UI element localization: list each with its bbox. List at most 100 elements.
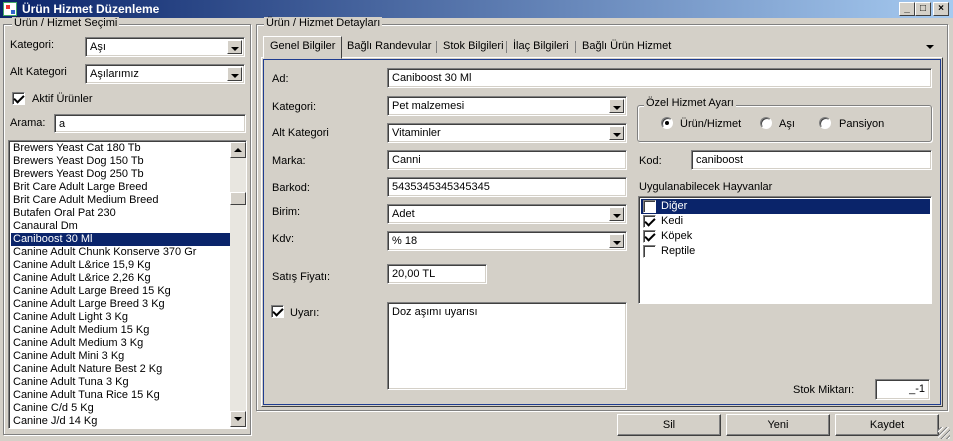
detail-alt-kategori-label: Alt Kategori	[272, 127, 329, 139]
barkod-field[interactable]: 5435345345345345	[387, 177, 627, 197]
list-item[interactable]: Canine Adult Medium 3 Kg	[11, 337, 230, 350]
chevron-down-icon[interactable]	[227, 67, 242, 81]
marka-field[interactable]: Canni	[387, 150, 627, 170]
radio-asi-label: Aşı	[779, 118, 795, 130]
sil-button[interactable]: Sil	[617, 414, 721, 436]
list-item[interactable]: Canine J/d 14 Kg	[11, 415, 230, 428]
list-item[interactable]: Canine Adult Large Breed 15 Kg	[11, 285, 230, 298]
detail-alt-kategori-combo[interactable]: Vitaminler	[387, 123, 627, 143]
list-item[interactable]: Canine Adult Mini 3 Kg	[11, 350, 230, 363]
detail-kategori-label: Kategori:	[272, 101, 317, 113]
radio-asi[interactable]	[760, 117, 772, 129]
animal-label: Reptile	[661, 245, 696, 257]
birim-combo[interactable]: Adet	[387, 204, 627, 224]
close-button[interactable]: ×	[933, 2, 949, 16]
alt-kategori-label: Alt Kategori	[10, 66, 67, 78]
kod-label: Kod:	[639, 155, 662, 167]
chevron-down-icon[interactable]	[609, 207, 624, 221]
kod-field[interactable]: caniboost	[691, 150, 932, 170]
animal-checkbox[interactable]	[643, 245, 656, 258]
animal-item[interactable]: Reptile	[641, 244, 930, 259]
tab-genel-bilgiler[interactable]: Genel Bilgiler	[263, 36, 343, 59]
chevron-down-icon[interactable]	[609, 99, 624, 113]
animals-checklist[interactable]: Diğer Kedi Köpek Reptile	[638, 196, 932, 304]
uyari-textarea[interactable]: Doz aşımı uyarısı	[387, 302, 627, 390]
aktif-urunler-checkbox[interactable]	[12, 92, 25, 105]
aktif-urunler-label: Aktif Ürünler	[32, 93, 93, 105]
hayvanlar-label: Uygulanabilecek Hayvanlar	[639, 181, 773, 193]
window-title: Ürün Hizmet Düzenleme	[22, 2, 160, 16]
list-item[interactable]: Brewers Yeast Dog 150 Tb	[11, 155, 230, 168]
satis-fiyati-field[interactable]: 20,00 TL	[387, 264, 487, 284]
animal-item[interactable]: Kedi	[641, 214, 930, 229]
list-item[interactable]: Brewers Yeast Cat 180 Tb	[11, 142, 230, 155]
list-item[interactable]: Canine Adult Tuna 3 Kg	[11, 376, 230, 389]
minimize-button[interactable]: _	[899, 2, 915, 16]
list-item[interactable]: Canine Adult L&rice 15,9 Kg	[11, 259, 230, 272]
scroll-down-icon[interactable]	[230, 411, 246, 427]
chevron-down-icon[interactable]	[609, 126, 624, 140]
product-details-title: Ürün / Hizmet Detayları	[264, 17, 383, 29]
resize-grip-icon[interactable]	[938, 427, 950, 439]
list-item[interactable]: Canine Adult L&rice 2,26 Kg	[11, 272, 230, 285]
app-icon	[3, 2, 17, 16]
detail-kategori-value: Pet malzemesi	[392, 100, 465, 112]
scroll-up-icon[interactable]	[230, 142, 246, 158]
animal-label: Köpek	[661, 230, 693, 242]
kaydet-button[interactable]: Kaydet	[835, 414, 939, 436]
stok-miktari-field[interactable]: _-1	[875, 379, 930, 400]
ozel-hizmet-title: Özel Hizmet Ayarı	[644, 97, 736, 109]
kategori-combo[interactable]: Aşı	[85, 37, 245, 57]
list-item[interactable]: Canine Adult Nature Best 2 Kg	[11, 363, 230, 376]
list-item[interactable]: Brewers Yeast Dog 250 Tb	[11, 168, 230, 181]
list-item[interactable]: Canaural Dm	[11, 220, 230, 233]
animals-checklist-items: Diğer Kedi Köpek Reptile	[641, 199, 930, 259]
animal-label: Kedi	[661, 215, 684, 227]
alt-kategori-combo[interactable]: Aşılarımız	[85, 64, 245, 84]
list-item[interactable]: Canine Adult Medium 15 Kg	[11, 324, 230, 337]
birim-value: Adet	[392, 208, 415, 220]
animal-checkbox[interactable]	[643, 230, 656, 243]
birim-label: Birim:	[272, 206, 301, 218]
maximize-button[interactable]: □	[915, 2, 931, 16]
chevron-down-icon[interactable]	[227, 40, 242, 54]
detail-alt-kategori-value: Vitaminler	[392, 127, 441, 139]
tab-ilac-bilgileri[interactable]: İlaç Bilgileri	[507, 37, 575, 57]
animal-item[interactable]: Diğer	[641, 199, 930, 214]
animal-checkbox[interactable]	[643, 200, 656, 213]
list-item[interactable]: Canine Adult Tuna Rice 15 Kg	[11, 389, 230, 402]
kdv-combo[interactable]: % 18	[387, 231, 627, 251]
list-item[interactable]: Caniboost 30 Ml	[11, 233, 230, 246]
animal-item[interactable]: Köpek	[641, 229, 930, 244]
satis-fiyati-label: Satış Fiyatı:	[272, 271, 331, 283]
animal-checkbox[interactable]	[643, 215, 656, 228]
list-item[interactable]: Brit Care Adult Large Breed	[11, 181, 230, 194]
animal-label: Diğer	[661, 200, 688, 212]
tab-overflow-icon[interactable]	[926, 45, 934, 49]
list-item[interactable]: Canine C/d 5 Kg	[11, 402, 230, 415]
title-bar: Ürün Hizmet Düzenleme _ □ ×	[0, 0, 953, 18]
kdv-value: % 18	[392, 235, 418, 247]
tab-stok-bilgileri[interactable]: Stok Bilgileri	[437, 37, 510, 57]
list-item[interactable]: Brit Care Adult Medium Breed	[11, 194, 230, 207]
product-list-scrollbar[interactable]	[230, 142, 246, 427]
list-item[interactable]: Canine Adult Large Breed 3 Kg	[11, 298, 230, 311]
uyari-checkbox[interactable]	[271, 305, 284, 318]
scroll-thumb[interactable]	[230, 192, 246, 205]
radio-urun-hizmet[interactable]	[661, 117, 673, 129]
list-item[interactable]: Canine Adult Chunk Konserve 370 Gr	[11, 246, 230, 259]
detail-kategori-combo[interactable]: Pet malzemesi	[387, 96, 627, 116]
yeni-button[interactable]: Yeni	[726, 414, 830, 436]
list-item[interactable]: Butafen Oral Pat 230	[11, 207, 230, 220]
stok-miktari-label: Stok Miktarı:	[793, 384, 855, 396]
ad-field[interactable]: Caniboost 30 Ml	[387, 68, 932, 88]
tab-bagli-randevular[interactable]: Bağlı Randevular	[341, 37, 437, 57]
chevron-down-icon[interactable]	[609, 234, 624, 248]
tab-bagli-urun-hizmet[interactable]: Bağlı Ürün Hizmet	[576, 37, 677, 57]
product-list[interactable]: Brewers Yeast Cat 180 Tb Brewers Yeast Do…	[8, 140, 247, 429]
search-input[interactable]: a	[54, 114, 246, 133]
arama-label: Arama:	[10, 117, 46, 129]
list-item[interactable]: Canine Adult Light 3 Kg	[11, 311, 230, 324]
radio-pansiyon[interactable]	[819, 117, 831, 129]
product-selection-title: Ürün / Hizmet Seçimi	[12, 17, 120, 29]
